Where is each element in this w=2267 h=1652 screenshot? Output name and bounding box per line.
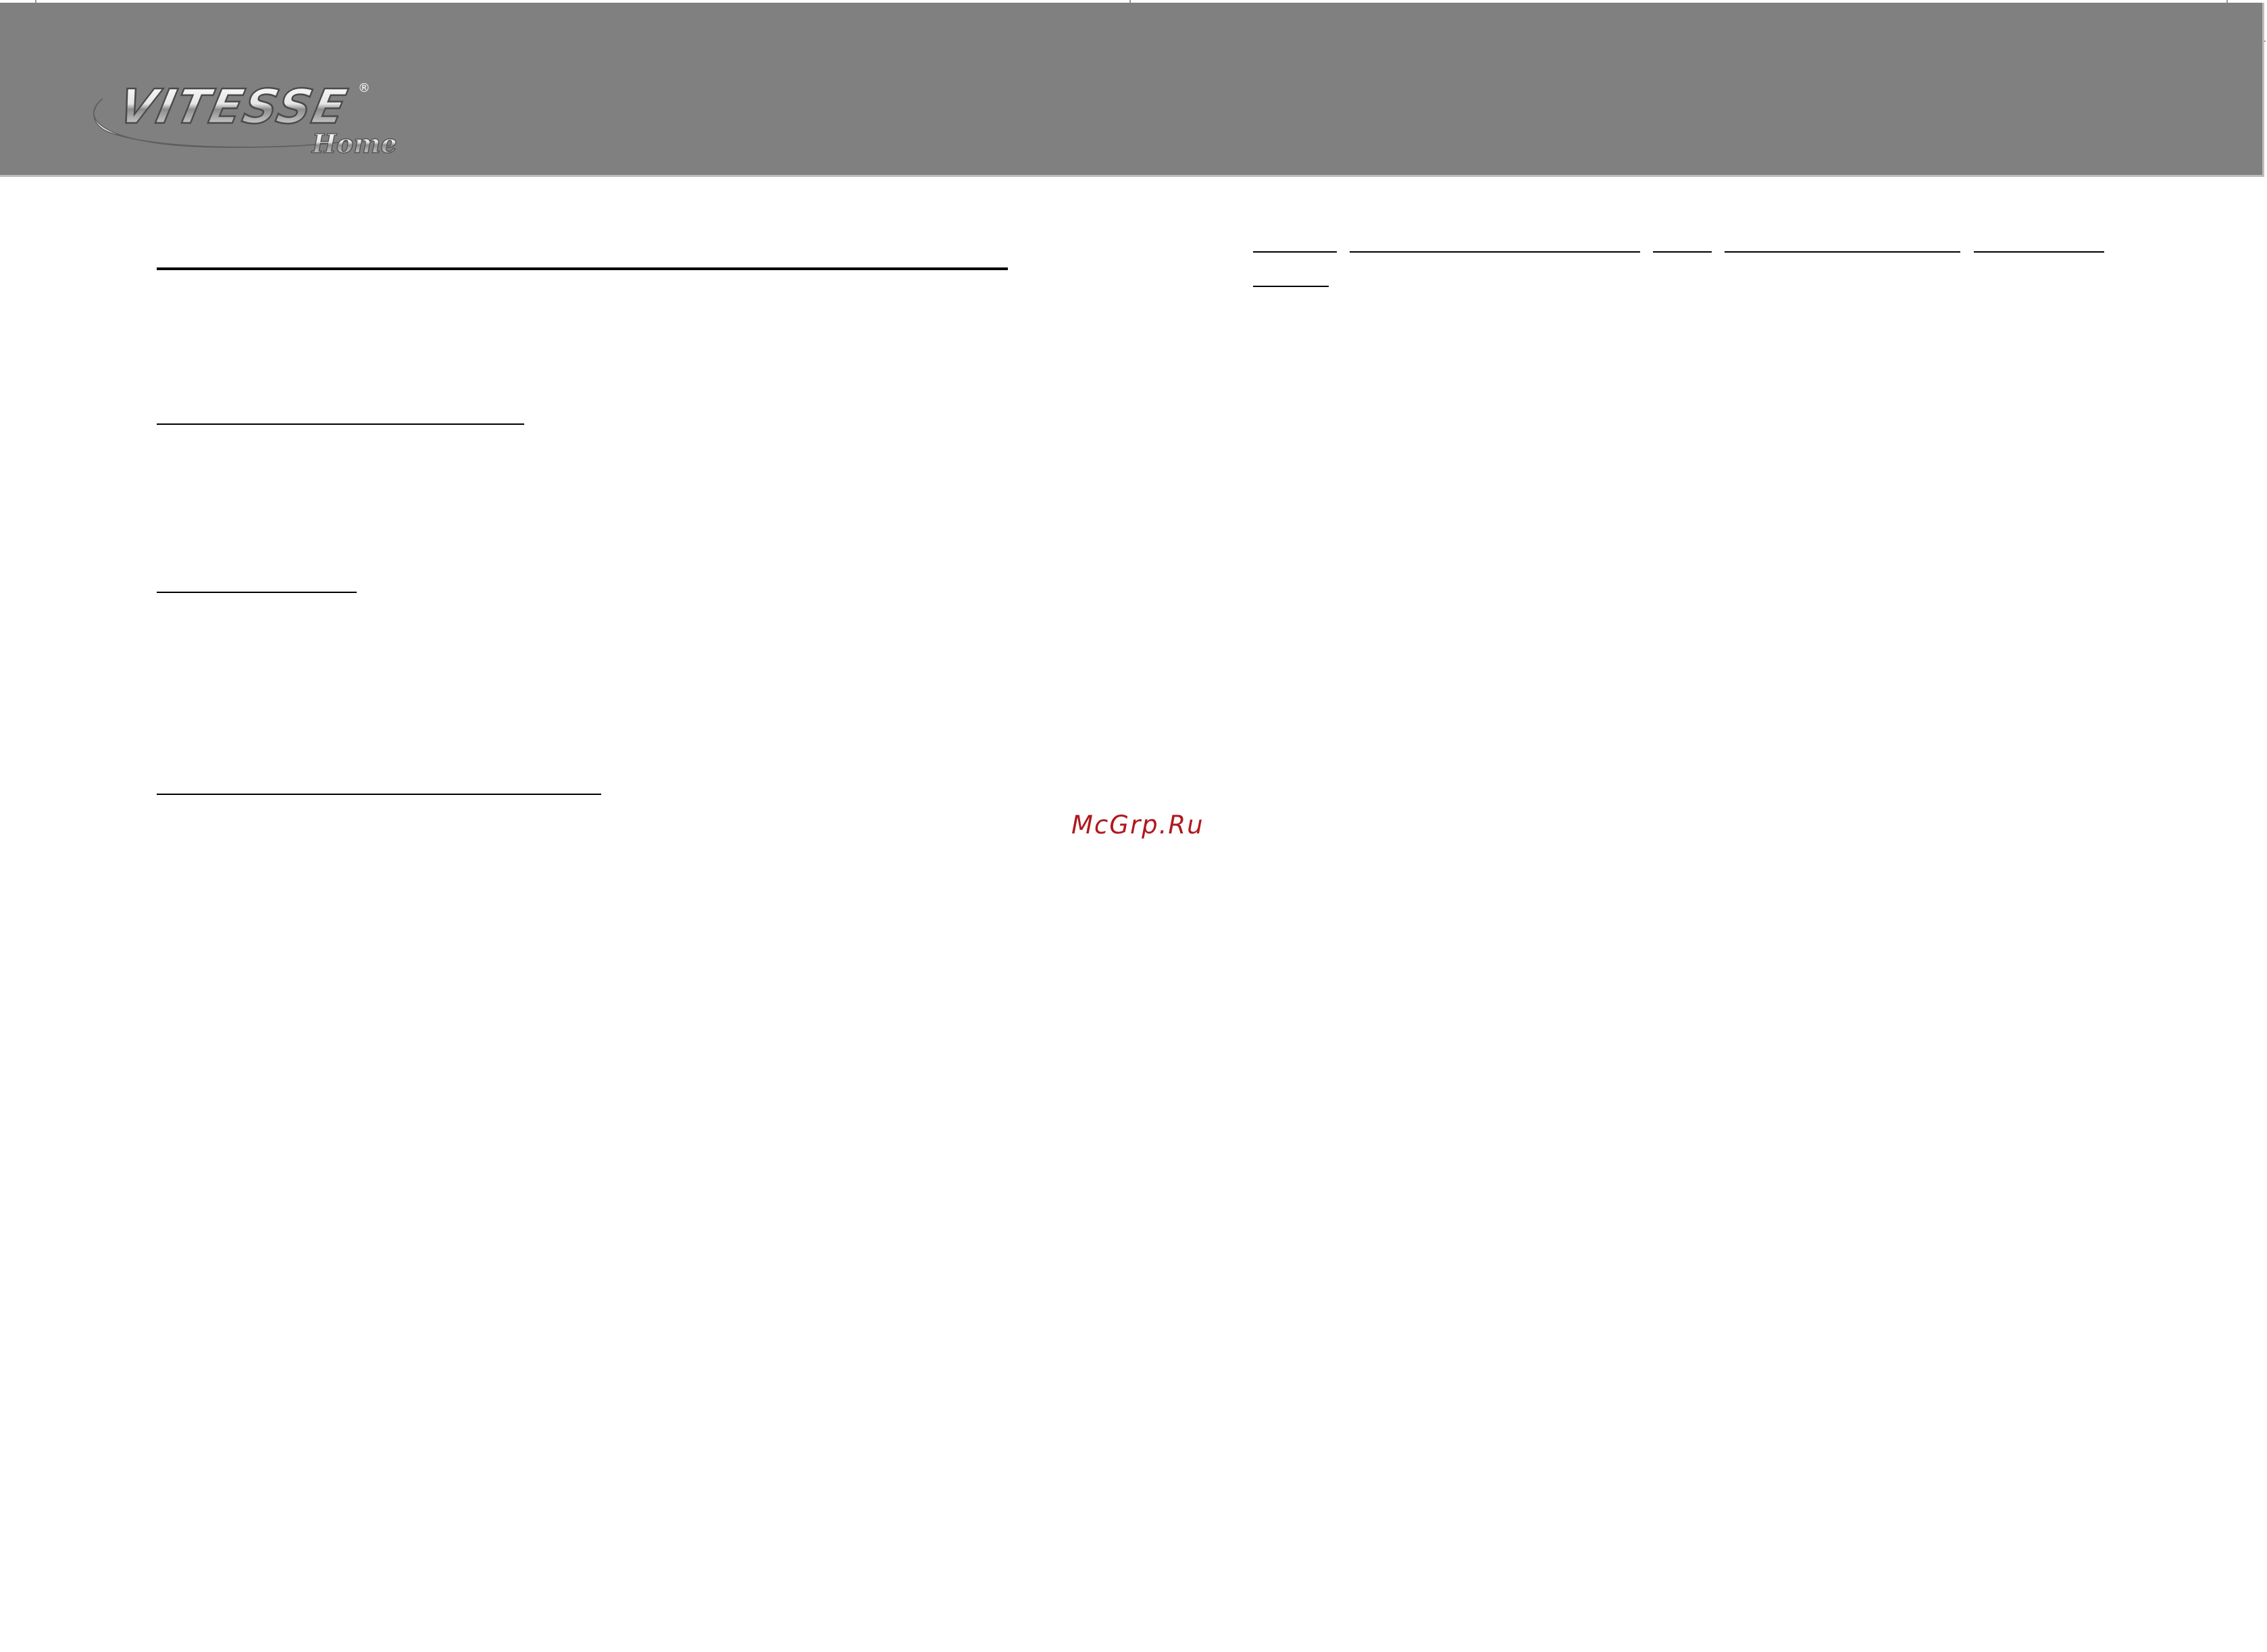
right-line-underline-4 <box>1725 251 1960 253</box>
right-line-underline-6 <box>1253 286 1329 287</box>
logo-sub-text: Home <box>311 128 397 159</box>
svg-text:VITESSE: VITESSE <box>114 79 353 134</box>
right-line-underline-5 <box>1974 251 2104 253</box>
logo-brand-text: VITESSE <box>114 79 353 134</box>
watermark-text: McGrp.Ru <box>1071 810 1204 840</box>
title-rule <box>157 267 1008 270</box>
section-underline-1 <box>157 423 524 425</box>
section-underline-2 <box>157 592 357 593</box>
logo-registered-mark: ® <box>358 81 370 95</box>
vitesse-home-logo: VITESSE ® Home <box>93 78 397 159</box>
right-line-underline-3 <box>1653 251 1712 253</box>
section-underline-3 <box>157 794 601 795</box>
right-line-underline-1 <box>1253 251 1337 253</box>
right-line-underline-2 <box>1350 251 1640 253</box>
page-header-band: VITESSE ® Home <box>0 3 2264 177</box>
